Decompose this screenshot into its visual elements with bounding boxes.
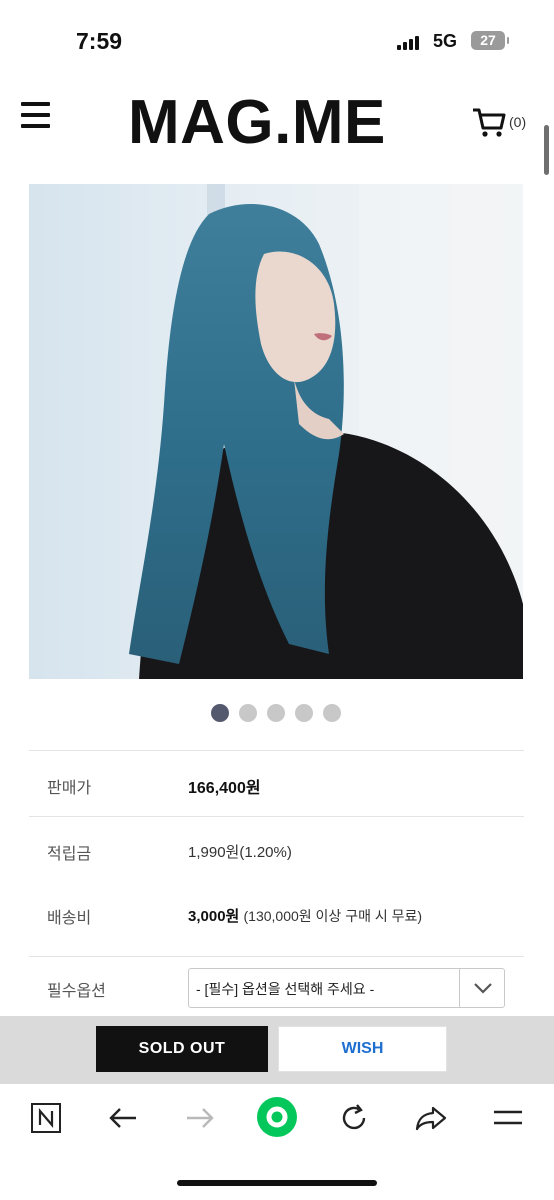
page-scrollbar[interactable]: [544, 125, 549, 175]
naver-n-icon[interactable]: [26, 1098, 66, 1138]
sold-out-button[interactable]: SOLD OUT: [96, 1026, 268, 1072]
shipping-fee: 3,000원: [188, 908, 240, 925]
gallery-pagination: [211, 704, 341, 722]
purchase-action-bar: SOLD OUT WISH: [0, 1016, 554, 1084]
forward-arrow-icon[interactable]: [180, 1098, 220, 1138]
cart-count: (0): [509, 114, 527, 130]
browser-toolbar: [0, 1084, 554, 1200]
cart-button[interactable]: (0): [471, 106, 526, 138]
points-value: 1,990원(1.20%): [188, 844, 292, 861]
status-bar: 7:59 5G 27: [0, 0, 554, 80]
battery-icon: 27: [471, 31, 509, 50]
shipping-value-row: 3,000원 (130,000원 이상 구매 시 무료): [188, 905, 422, 926]
gallery-dot[interactable]: [295, 704, 313, 722]
chevron-down-icon[interactable]: [459, 969, 505, 1007]
network-type: 5G: [433, 31, 458, 51]
option-label: 필수옵션: [47, 983, 106, 1000]
site-header: MAG.ME (0): [0, 80, 554, 180]
option-select-placeholder: - [필수] 옵션을 선택해 주세요 -: [196, 981, 375, 997]
signal-icon: [397, 35, 419, 50]
divider: [29, 750, 524, 751]
gallery-dot[interactable]: [323, 704, 341, 722]
site-logo[interactable]: MAG.ME: [128, 88, 386, 158]
back-arrow-icon[interactable]: [103, 1098, 143, 1138]
option-select[interactable]: - [필수] 옵션을 선택해 주세요 -: [188, 968, 505, 1008]
divider: [29, 956, 524, 957]
home-indicator: [177, 1180, 377, 1186]
shipping-label: 배송비: [47, 910, 92, 927]
menu-icon[interactable]: [488, 1098, 528, 1138]
gallery-dot[interactable]: [267, 704, 285, 722]
gallery-dot[interactable]: [211, 704, 229, 722]
price-value: 166,400원: [188, 780, 261, 797]
share-icon[interactable]: [411, 1098, 451, 1138]
refresh-icon[interactable]: [334, 1098, 374, 1138]
divider: [29, 816, 524, 817]
cart-icon: [473, 108, 506, 137]
naver-green-icon[interactable]: [256, 1096, 298, 1138]
hamburger-menu-icon[interactable]: [21, 102, 50, 128]
product-image[interactable]: [29, 184, 523, 679]
gallery-dot[interactable]: [239, 704, 257, 722]
wish-button[interactable]: WISH: [278, 1026, 447, 1072]
status-time: 7:59: [76, 28, 123, 54]
points-label: 적립금: [47, 846, 92, 863]
price-label: 판매가: [47, 780, 92, 797]
shipping-note: (130,000원 이상 구매 시 무료): [243, 908, 423, 924]
